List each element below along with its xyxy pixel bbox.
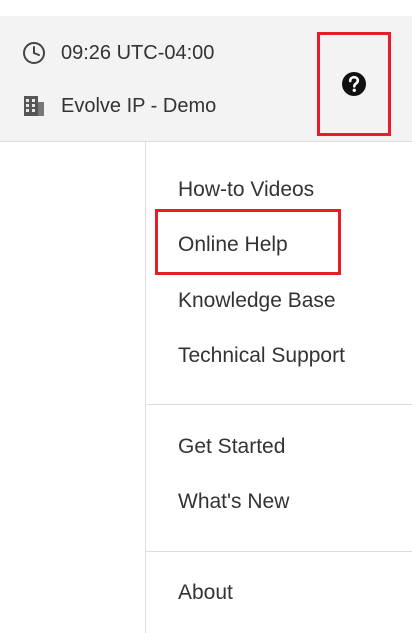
organization-display: Evolve IP - Demo bbox=[21, 89, 216, 123]
organization-text: Evolve IP - Demo bbox=[61, 94, 217, 117]
menu-item-online-help[interactable]: Online Help bbox=[178, 231, 288, 259]
help-dropdown-menu: How-to Videos Online Help Knowledge Base… bbox=[145, 142, 412, 633]
menu-divider bbox=[146, 551, 412, 552]
help-button[interactable] bbox=[317, 32, 391, 136]
menu-item-knowledge-base[interactable]: Knowledge Base bbox=[178, 287, 336, 315]
building-icon bbox=[21, 93, 47, 119]
page: 09:26 UTC-04:00 Evolve IP - Demo How-to … bbox=[0, 0, 412, 633]
question-circle-icon bbox=[342, 72, 366, 96]
time-display: 09:26 UTC-04:00 bbox=[21, 36, 214, 70]
clock-icon bbox=[21, 40, 47, 66]
menu-item-about[interactable]: About bbox=[178, 579, 233, 607]
menu-item-technical-support[interactable]: Technical Support bbox=[178, 342, 345, 370]
menu-item-whats-new[interactable]: What's New bbox=[178, 488, 289, 516]
menu-divider bbox=[146, 404, 412, 405]
header-bar: 09:26 UTC-04:00 Evolve IP - Demo bbox=[0, 16, 412, 142]
menu-item-how-to-videos[interactable]: How-to Videos bbox=[178, 176, 314, 204]
time-text: 09:26 UTC-04:00 bbox=[61, 41, 215, 64]
menu-item-get-started[interactable]: Get Started bbox=[178, 433, 285, 461]
